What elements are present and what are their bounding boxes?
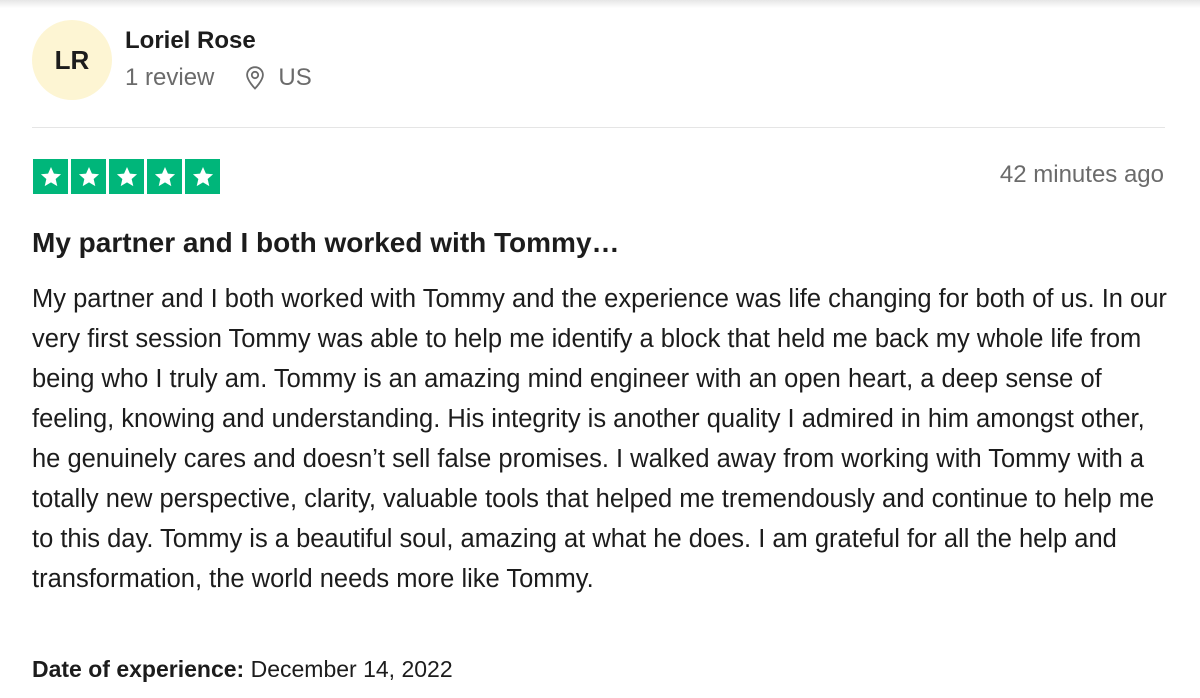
review-timestamp: 42 minutes ago (999, 161, 1164, 188)
star-rating (33, 159, 220, 194)
date-of-experience: Date of experience: December 14, 2022 (32, 654, 453, 684)
review-count: 1 review (125, 63, 215, 91)
review-body: My partner and I both worked with Tommy … (32, 285, 1167, 593)
avatar[interactable]: LR (32, 20, 112, 100)
reviewer-name[interactable]: Loriel Rose (125, 26, 312, 56)
star-icon (109, 159, 144, 194)
star-icon (71, 159, 106, 194)
reviewer-country: US (278, 63, 312, 91)
top-shadow (0, 0, 1200, 8)
reviewer-header: LR Loriel Rose 1 review US (32, 20, 312, 100)
divider (32, 127, 1165, 128)
star-icon (147, 159, 182, 194)
star-icon (33, 159, 68, 194)
star-icon (185, 159, 220, 194)
reviewer-meta: 1 review US (125, 63, 312, 93)
location-pin-icon (242, 65, 268, 91)
experience-label: Date of experience: (32, 656, 245, 682)
reviewer-info: Loriel Rose 1 review US (125, 26, 312, 93)
experience-date: December 14, 2022 (250, 656, 453, 682)
review-title[interactable]: My partner and I both worked with Tommy… (32, 225, 620, 261)
